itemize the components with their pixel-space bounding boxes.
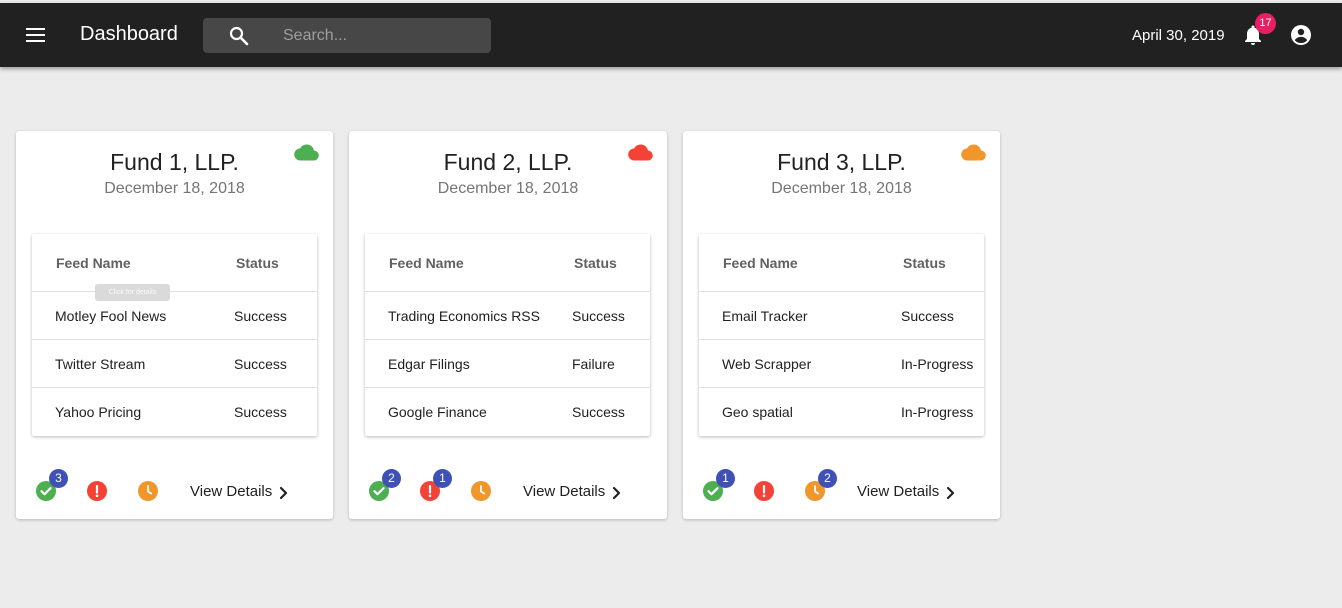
chevron-right-icon[interactable]: [941, 484, 959, 502]
table-row[interactable]: Web Scrapper In-Progress: [699, 340, 984, 388]
feed-status-cell: In-Progress: [901, 356, 974, 372]
in-progress-count-button[interactable]: 2: [805, 469, 837, 501]
column-header-feed-name: Feed Name: [389, 255, 464, 271]
feed-name-cell: Web Scrapper: [722, 356, 812, 372]
table-row[interactable]: Trading Economics RSS Success: [365, 292, 650, 340]
chevron-right-icon[interactable]: [607, 484, 625, 502]
feed-status-cell: Success: [572, 404, 625, 420]
menu-icon[interactable]: [22, 21, 50, 49]
account-circle-icon[interactable]: [1289, 23, 1313, 47]
feed-status-cell: Success: [901, 308, 954, 324]
table-row[interactable]: Email Tracker Success: [699, 292, 984, 340]
column-header-feed-name: Feed Name: [723, 255, 798, 271]
failure-count-button[interactable]: [754, 481, 774, 501]
feed-name-cell: Google Finance: [388, 404, 487, 420]
feed-status-cell: In-Progress: [901, 404, 974, 420]
in-progress-count-button[interactable]: [138, 481, 158, 501]
table-row[interactable]: Twitter Stream Success: [32, 340, 317, 388]
table-header: Feed Name Status: [32, 234, 317, 292]
fund-card: Fund 1, LLP. December 18, 2018 Feed Name…: [16, 131, 333, 519]
success-count-button[interactable]: 2: [369, 469, 401, 501]
fund-date: December 18, 2018: [437, 180, 579, 197]
fund-name: Fund 1, LLP.: [110, 149, 239, 175]
table-row[interactable]: Edgar Filings Failure: [365, 340, 650, 388]
table-row[interactable]: Yahoo Pricing Success: [32, 388, 317, 436]
column-header-status: Status: [574, 255, 617, 271]
failure-count-button[interactable]: [87, 481, 107, 501]
search-input[interactable]: [283, 18, 483, 53]
exclamation-icon: [95, 484, 99, 498]
feed-name-cell: Geo spatial: [722, 404, 793, 420]
feed-name-cell: Yahoo Pricing: [55, 404, 142, 420]
feed-status-cell: Success: [234, 404, 287, 420]
in-progress-count-button[interactable]: [471, 481, 491, 501]
count-badge: 1: [433, 469, 452, 488]
feed-status-cell: Failure: [572, 356, 615, 372]
feed-table: Feed Name Status Trading Economics RSS S…: [365, 234, 650, 436]
view-details-link[interactable]: View Details: [190, 483, 272, 500]
table-header: Feed Name Status: [699, 234, 984, 292]
search-bar: [203, 18, 491, 53]
count-badge: 3: [49, 469, 68, 488]
fund-name: Fund 3, LLP.: [777, 149, 906, 175]
fund-date: December 18, 2018: [771, 180, 912, 197]
feed-name-cell: Twitter Stream: [55, 356, 146, 372]
card-footer: 2 1 View Details: [349, 457, 667, 519]
notification-badge: 17: [1255, 13, 1276, 34]
count-badge: 1: [716, 469, 735, 488]
feed-name-cell: Motley Fool News: [55, 308, 167, 324]
count-badge: 2: [818, 469, 837, 488]
column-header-status: Status: [903, 255, 946, 271]
table-row[interactable]: Motley Fool News Success: [32, 292, 317, 340]
failure-count-button[interactable]: 1: [420, 469, 452, 501]
feed-status-cell: Success: [572, 308, 625, 324]
feed-table: Feed Name Status Email Tracker Success W…: [699, 234, 984, 436]
column-header-feed-name: Feed Name: [56, 255, 131, 271]
table-row[interactable]: Geo spatial In-Progress: [699, 388, 984, 436]
fund-name: Fund 2, LLP.: [443, 149, 573, 175]
card-footer: 3 View Details: [16, 457, 333, 519]
table-header: Feed Name Status: [365, 234, 650, 292]
current-date: April 30, 2019: [1132, 27, 1225, 44]
chevron-right-icon[interactable]: [274, 484, 292, 502]
card-footer: 1 2 View Details: [683, 457, 1000, 519]
view-details-link[interactable]: View Details: [857, 483, 939, 500]
feed-table: Feed Name Status Motley Fool News Succes…: [32, 234, 317, 436]
clock-icon: [147, 485, 153, 495]
view-details-link[interactable]: View Details: [523, 483, 605, 500]
page-title: Dashboard: [80, 23, 178, 45]
search-icon[interactable]: [227, 24, 251, 48]
feed-name-cell: Trading Economics RSS: [388, 308, 540, 324]
clock-icon: [480, 485, 486, 495]
fund-date: December 18, 2018: [104, 180, 245, 197]
table-row[interactable]: Google Finance Success: [365, 388, 650, 436]
count-badge: 2: [382, 469, 401, 488]
tooltip: Click for details: [95, 284, 170, 301]
feed-status-cell: Success: [234, 308, 287, 324]
top-app-bar: Dashboard April 30, 2019 17: [0, 3, 1342, 67]
column-header-status: Status: [236, 255, 279, 271]
success-count-button[interactable]: 3: [36, 469, 68, 501]
feed-name-cell: Email Tracker: [722, 308, 808, 324]
fund-card: Fund 2, LLP. December 18, 2018 Feed Name…: [349, 131, 667, 519]
success-count-button[interactable]: 1: [703, 469, 735, 501]
feed-name-cell: Edgar Filings: [388, 356, 470, 372]
feed-status-cell: Success: [234, 356, 287, 372]
fund-card: Fund 3, LLP. December 18, 2018 Feed Name…: [683, 131, 1000, 519]
exclamation-icon: [762, 484, 766, 498]
